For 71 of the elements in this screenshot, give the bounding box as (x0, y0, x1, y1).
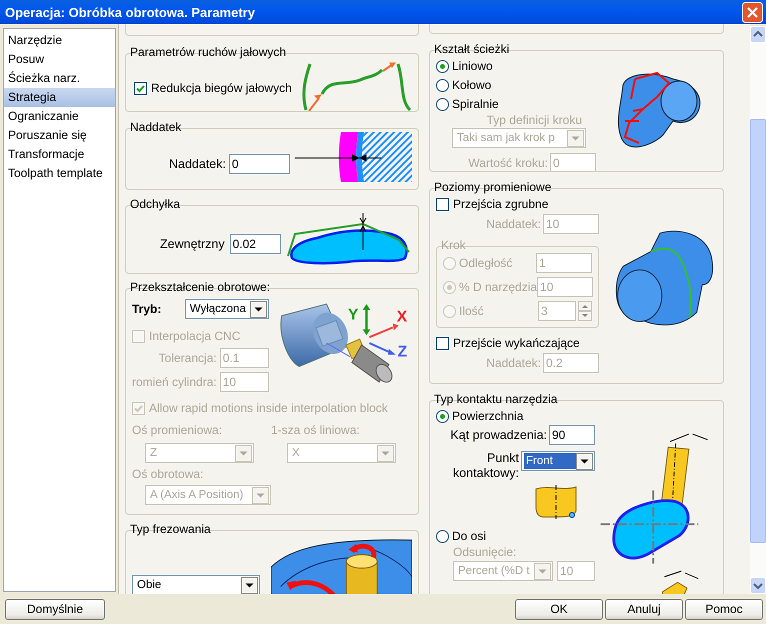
sidebar-item[interactable]: Poruszanie się (4, 126, 115, 145)
field-label: Odsunięcie: (453, 545, 516, 559)
radio-button[interactable] (436, 60, 449, 72)
group-title: Kształt ścieżki (434, 42, 510, 56)
scroll-thumb[interactable] (750, 119, 766, 543)
radio-button[interactable] (436, 98, 449, 110)
checkbox[interactable] (436, 336, 449, 350)
x-axis-arrow (368, 324, 398, 338)
field-label: Typ definicji kroku (486, 113, 582, 127)
sidebar-item[interactable]: Ścieżka narz. (4, 69, 115, 88)
field-label: Zewnętrzny (160, 237, 225, 251)
axis-label: X (396, 308, 407, 326)
axis-label: Y (348, 306, 358, 324)
radio-label[interactable]: Powierzchnia (452, 409, 524, 423)
scroll-up-icon[interactable] (750, 26, 766, 43)
dialog-button[interactable]: OK (515, 598, 603, 620)
dropdown[interactable]: Obie (132, 575, 260, 594)
radio-button[interactable] (436, 78, 449, 92)
field-label: romień cylindra: (132, 375, 217, 389)
sidebar-item[interactable]: Posuw (4, 50, 115, 69)
dialog-button[interactable]: Anuluj (605, 598, 683, 620)
radio-button[interactable] (436, 530, 449, 542)
dialog-button[interactable]: Domyślnie (5, 598, 105, 620)
close-icon[interactable] (742, 2, 763, 22)
y-axis-arrow (362, 304, 370, 336)
group-title: Przekształcenie obrotowe: (130, 280, 270, 294)
sidebar-item[interactable]: Toolpath template (4, 164, 115, 183)
field-label: 1-sza oś liniowa: (271, 423, 361, 437)
field-label: Tryb: (132, 302, 162, 316)
sidebar-item[interactable]: Narzędzie (4, 31, 115, 50)
group-title: Krok (441, 238, 466, 252)
checkbox[interactable] (134, 82, 147, 94)
group-title: Parametrów ruchów jałowych (130, 45, 286, 59)
checkbox-label[interactable]: Przejście wykańczające (453, 336, 580, 350)
text-field[interactable]: 90 (549, 425, 595, 445)
text-field[interactable]: 0.02 (230, 234, 281, 254)
checkbox[interactable] (436, 198, 449, 210)
radio-label[interactable]: Spiralnie (452, 97, 499, 111)
tool-tip-drawing (536, 485, 576, 519)
radio-button[interactable] (436, 410, 449, 422)
group-title: Typ kontaktu narzędzia (434, 392, 558, 406)
field-label: Naddatek: (486, 356, 541, 370)
dialog-button[interactable]: Pomoc (685, 598, 763, 620)
radio-label[interactable]: Liniowo (452, 59, 493, 73)
field-label: Oś obrotowa: (132, 467, 204, 481)
axis-label: Z (397, 344, 407, 361)
z-axis-arrow (368, 342, 396, 355)
checkbox-label[interactable]: Przejścia zgrubne (453, 197, 548, 211)
scrollbar[interactable] (750, 26, 766, 594)
field-label: Wartość kroku: (468, 156, 548, 170)
dropdown[interactable]: Wyłączona (184, 299, 269, 319)
group-title: Poziomy promieniowe (434, 180, 552, 194)
field-label: Naddatek: (169, 157, 226, 171)
text-field[interactable]: 0 (228, 154, 290, 174)
window-title: Operacja: Obróbka obrotowa. Parametry (5, 4, 255, 20)
sidebar-item[interactable]: Transformacje (4, 145, 115, 164)
group-title: Typ frezowania (130, 522, 211, 536)
dropdown[interactable]: Front (521, 451, 595, 471)
radio-label[interactable]: Do osi (452, 529, 486, 543)
field-label: Naddatek: (486, 217, 541, 231)
group-title: Naddatek (130, 120, 182, 134)
sidebar-item[interactable]: Strategia (4, 88, 115, 107)
radio-label[interactable]: Kołowo (452, 78, 492, 92)
field-label: Tolerancja: (158, 351, 217, 365)
scroll-down-icon[interactable] (750, 577, 766, 594)
field-label: Punkt kontaktowy: (452, 451, 519, 481)
field-label: Oś promieniowa: (132, 423, 224, 437)
group-title: Odchyłka (130, 197, 180, 211)
field-label: Kąt prowadzenia: (450, 428, 547, 442)
checkbox-label[interactable]: Redukcja biegów jałowych (151, 81, 292, 95)
sidebar-item[interactable]: Ograniczanie (4, 107, 115, 126)
